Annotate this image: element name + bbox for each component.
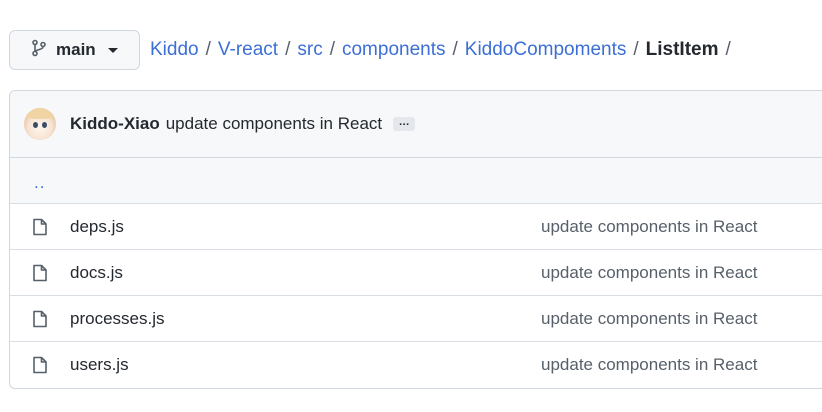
parent-directory-row[interactable]: .. bbox=[10, 158, 822, 204]
triangle-down-icon bbox=[107, 47, 118, 53]
top-bar: main Kiddo / V-react / src / components … bbox=[9, 30, 738, 70]
breadcrumb-link-src[interactable]: src bbox=[297, 39, 322, 61]
file-name-link[interactable]: users.js bbox=[70, 355, 129, 375]
breadcrumb-separator: / bbox=[329, 39, 335, 60]
branch-selector-button[interactable]: main bbox=[9, 30, 140, 70]
file-commit-message-link[interactable]: update components in React bbox=[541, 309, 757, 329]
file-row[interactable]: docs.js update components in React bbox=[10, 250, 822, 296]
file-name-link[interactable]: docs.js bbox=[70, 263, 123, 283]
file-row[interactable]: deps.js update components in React bbox=[10, 204, 822, 250]
breadcrumb-separator: / bbox=[205, 39, 211, 60]
file-name-link[interactable]: processes.js bbox=[70, 309, 164, 329]
file-icon bbox=[32, 356, 48, 374]
expand-commit-message-button[interactable]: … bbox=[393, 116, 416, 131]
repo-file-browser: main Kiddo / V-react / src / components … bbox=[0, 0, 822, 412]
parent-directory-link[interactable]: .. bbox=[34, 173, 45, 193]
breadcrumb-trailing-separator: / bbox=[725, 39, 731, 60]
file-commit-message-link[interactable]: update components in React bbox=[541, 263, 757, 283]
user-avatar[interactable] bbox=[24, 108, 56, 140]
branch-name: main bbox=[56, 40, 96, 59]
breadcrumb-link-kiddo[interactable]: Kiddo bbox=[150, 39, 199, 61]
breadcrumb: Kiddo / V-react / src / components / Kid… bbox=[150, 39, 738, 61]
commit-message-link[interactable]: update components in React bbox=[166, 114, 382, 134]
file-icon bbox=[32, 310, 48, 328]
file-commit-message-link[interactable]: update components in React bbox=[541, 217, 757, 237]
breadcrumb-separator: / bbox=[452, 39, 458, 60]
breadcrumb-link-kiddocompoments[interactable]: KiddoCompoments bbox=[465, 39, 627, 61]
breadcrumb-current: ListItem bbox=[645, 39, 719, 60]
file-list-box: Kiddo-Xiao update components in React … … bbox=[9, 90, 822, 389]
breadcrumb-separator: / bbox=[285, 39, 291, 60]
file-row[interactable]: users.js update components in React bbox=[10, 342, 822, 388]
breadcrumb-separator: / bbox=[633, 39, 639, 60]
breadcrumb-link-v-react[interactable]: V-react bbox=[218, 39, 278, 61]
latest-commit-bar: Kiddo-Xiao update components in React … bbox=[10, 91, 822, 158]
file-icon bbox=[32, 218, 48, 236]
breadcrumb-link-components[interactable]: components bbox=[342, 39, 446, 61]
git-branch-icon bbox=[31, 39, 47, 62]
file-name-link[interactable]: deps.js bbox=[70, 217, 124, 237]
file-icon bbox=[32, 264, 48, 282]
file-commit-message-link[interactable]: update components in React bbox=[541, 355, 757, 375]
file-row[interactable]: processes.js update components in React bbox=[10, 296, 822, 342]
commit-author-link[interactable]: Kiddo-Xiao bbox=[70, 114, 160, 134]
